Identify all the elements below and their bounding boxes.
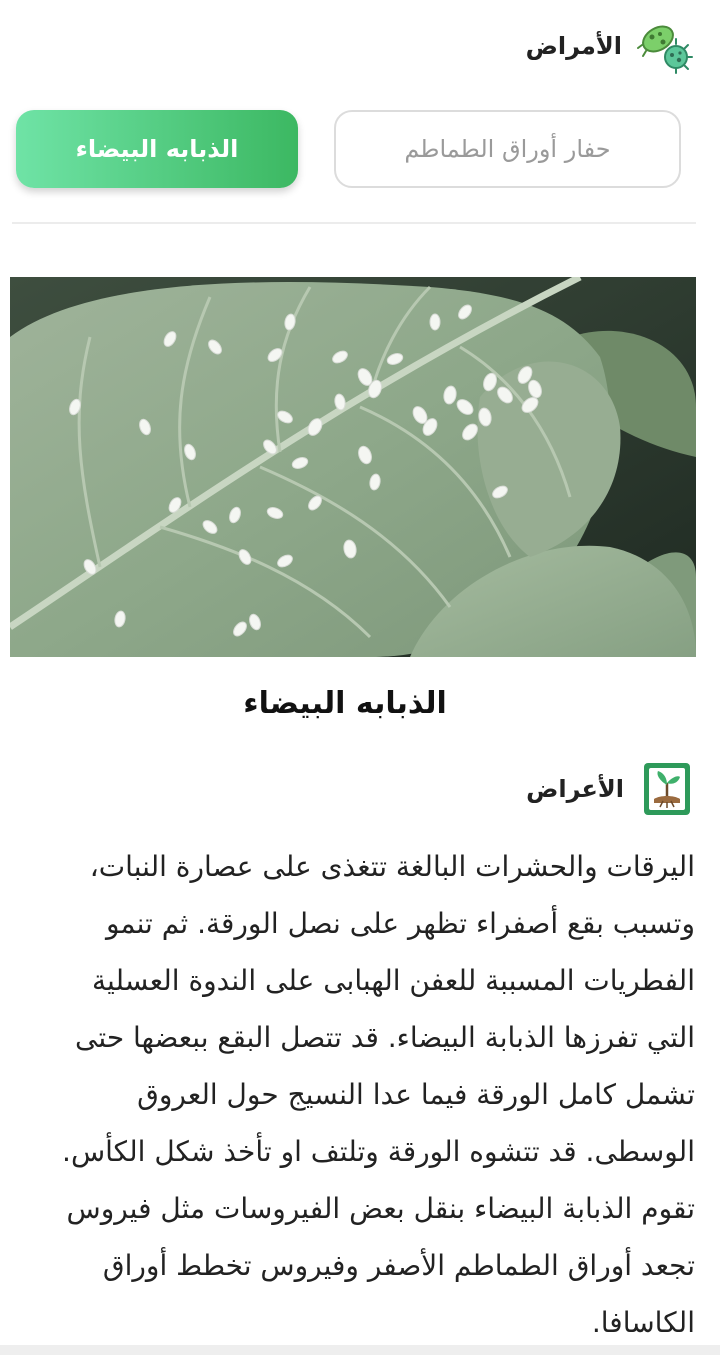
disease-title: الذبابه البيضاء — [243, 686, 447, 721]
description-line: الفطريات المسببة للعفن الهبابى على الندو… — [92, 964, 695, 997]
disease-tabs: حفار أوراق الطماطم الذبابه البيضاء — [16, 110, 681, 190]
disease-image — [10, 277, 696, 657]
whitefly-leaf-illustration — [10, 277, 696, 657]
header-title: الأمراض — [525, 32, 622, 60]
description-line: وتسبب بقع أصفراء تظهر على نصل الورقة. ثم… — [105, 907, 695, 940]
symptoms-header: الأعراض — [526, 760, 692, 818]
description-line: الوسطى. قد تتشوه الورقة وتلتف او تأخذ شك… — [62, 1135, 695, 1168]
disease-detail-screen: الأمراض حفار أوراق الطماطم الذبابه البيض… — [0, 0, 720, 1355]
symptoms-description: اليرقات والحشرات البالغة تتغذى على عصارة… — [25, 838, 695, 1351]
description-line: تشمل كامل الورقة فيما عدا النسيج حول الع… — [137, 1078, 695, 1111]
description-line: الكاسافا. — [591, 1306, 695, 1339]
symptoms-title: الأعراض — [526, 775, 624, 803]
description-line: اليرقات والحشرات البالغة تتغذى على عصارة… — [89, 850, 695, 883]
bacteria-icon — [637, 25, 693, 74]
description-line: التي تفرزها الذبابة البيضاء. قد تتصل الب… — [75, 1021, 695, 1054]
plant-book-icon — [644, 763, 690, 815]
description-line: تقوم الذبابة البيضاء بنقل بعض الفيروسات … — [66, 1192, 695, 1225]
bottom-bar — [0, 1345, 720, 1355]
app-header: الأمراض — [526, 14, 698, 78]
divider — [12, 222, 696, 224]
tab-whitefly[interactable]: الذبابه البيضاء — [16, 110, 298, 188]
description-line: تجعد أوراق الطماطم الأصفر وفيروس تخطط أو… — [102, 1249, 695, 1282]
tab-tomato-leaf-miner[interactable]: حفار أوراق الطماطم — [334, 110, 681, 188]
